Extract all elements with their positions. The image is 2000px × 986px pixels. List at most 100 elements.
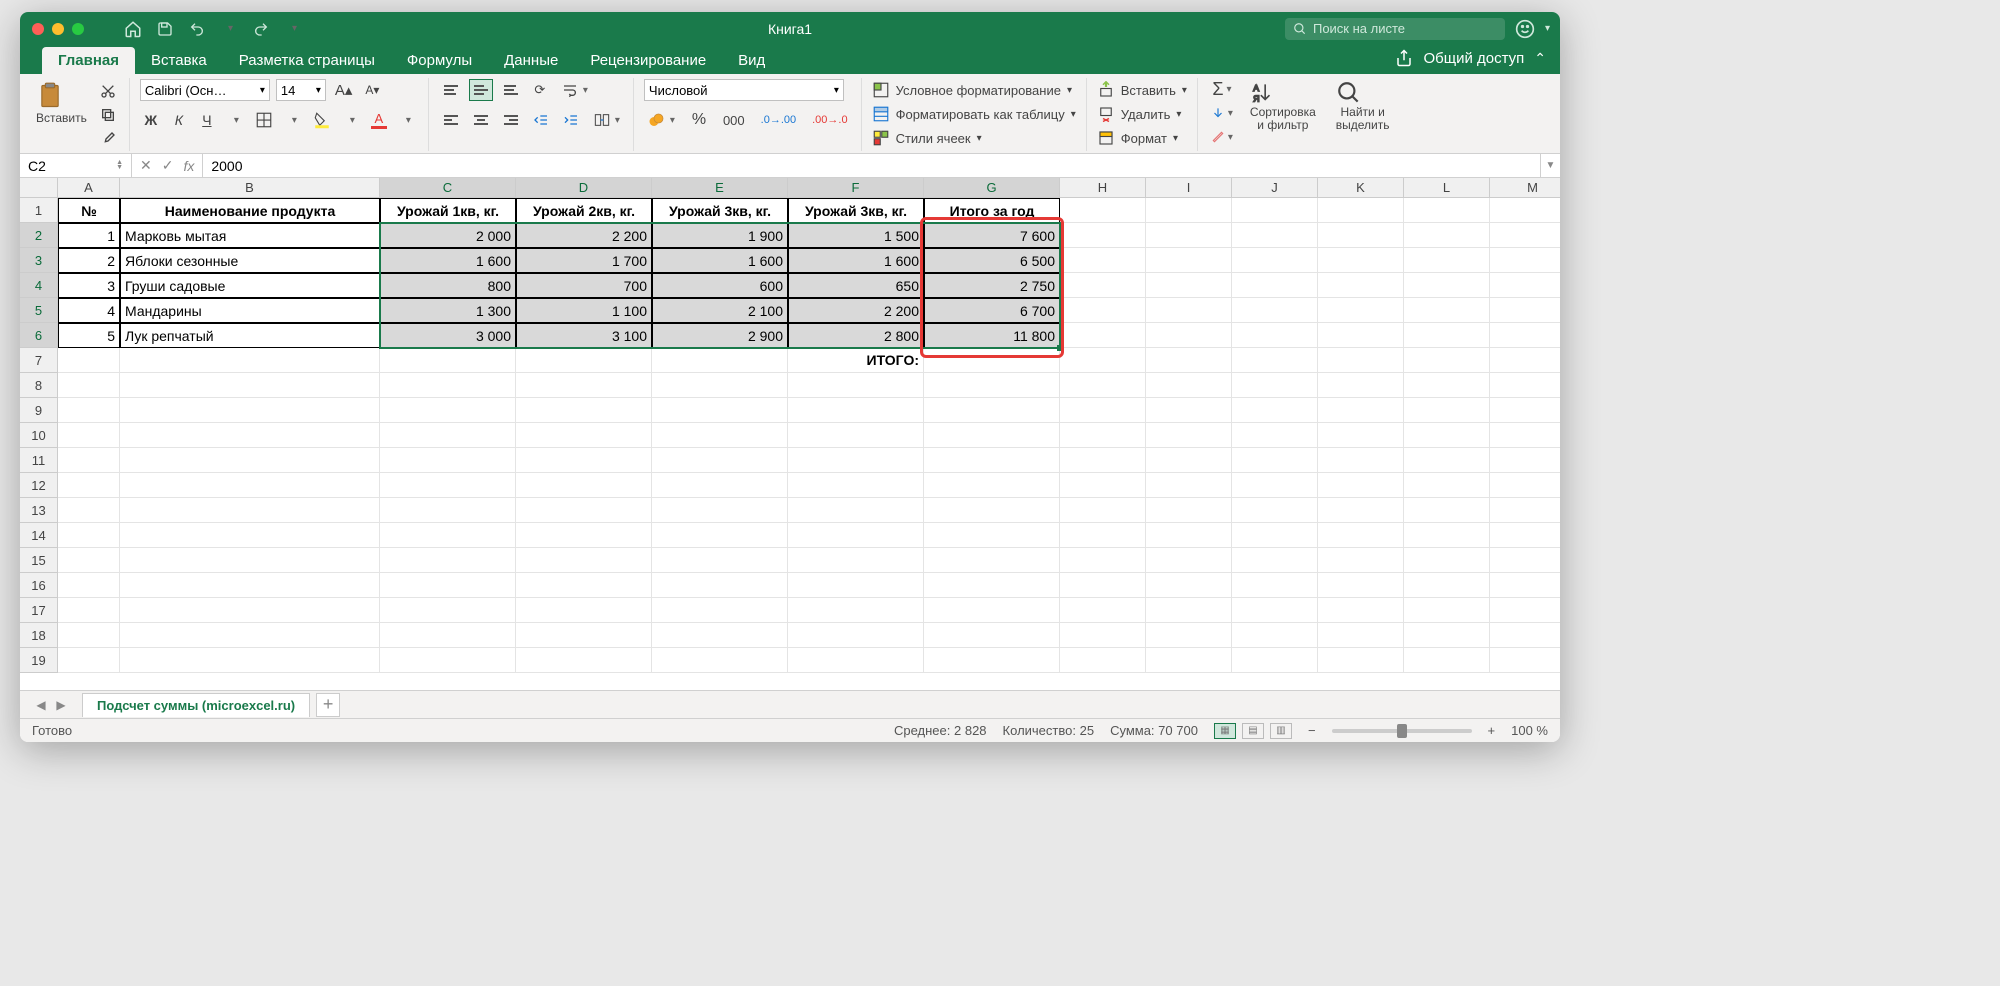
- cell-A4[interactable]: 3: [58, 273, 120, 298]
- cell-D15[interactable]: [516, 548, 652, 573]
- zoom-in-button[interactable]: +: [1488, 723, 1496, 738]
- cell-D16[interactable]: [516, 573, 652, 598]
- col-header-F[interactable]: F: [788, 178, 924, 198]
- cell-I4[interactable]: [1146, 273, 1232, 298]
- cell-A17[interactable]: [58, 598, 120, 623]
- cell-M6[interactable]: [1490, 323, 1560, 348]
- cell-M16[interactable]: [1490, 573, 1560, 598]
- home-icon[interactable]: [124, 20, 142, 38]
- cell-E10[interactable]: [652, 423, 788, 448]
- font-size-combo[interactable]: 14▾: [276, 79, 326, 101]
- share-icon[interactable]: [1395, 49, 1413, 67]
- cell-G5[interactable]: 6 700: [924, 298, 1060, 323]
- titlebar-caret-icon[interactable]: ▾: [1545, 23, 1550, 34]
- cell-F10[interactable]: [788, 423, 924, 448]
- cell-K3[interactable]: [1318, 248, 1404, 273]
- underline-button[interactable]: Ч: [196, 109, 218, 131]
- cell-F5[interactable]: 2 200: [788, 298, 924, 323]
- cell-J8[interactable]: [1232, 373, 1318, 398]
- cell-A2[interactable]: 1: [58, 223, 120, 248]
- cell-A12[interactable]: [58, 473, 120, 498]
- cell-F2[interactable]: 1 500: [788, 223, 924, 248]
- cell-B6[interactable]: Лук репчатый: [120, 323, 380, 348]
- cell-J19[interactable]: [1232, 648, 1318, 673]
- cell-K9[interactable]: [1318, 398, 1404, 423]
- increase-decimal-icon[interactable]: .0→.00: [758, 109, 799, 131]
- cell-K12[interactable]: [1318, 473, 1404, 498]
- cell-F6[interactable]: 2 800: [788, 323, 924, 348]
- merge-cells-icon[interactable]: [589, 109, 623, 131]
- window-minimize-button[interactable]: [52, 23, 64, 35]
- fill-color-dropdown[interactable]: [340, 109, 362, 131]
- cell-G17[interactable]: [924, 598, 1060, 623]
- cell-J2[interactable]: [1232, 223, 1318, 248]
- undo-icon[interactable]: [188, 20, 206, 38]
- cell-A14[interactable]: [58, 523, 120, 548]
- row-header-3[interactable]: 3: [20, 248, 58, 273]
- cell-M15[interactable]: [1490, 548, 1560, 573]
- cell-I16[interactable]: [1146, 573, 1232, 598]
- cell-A3[interactable]: 2: [58, 248, 120, 273]
- row-header-2[interactable]: 2: [20, 223, 58, 248]
- cell-E1[interactable]: Урожай 3кв, кг.: [652, 198, 788, 223]
- cell-D4[interactable]: 700: [516, 273, 652, 298]
- cell-K7[interactable]: [1318, 348, 1404, 373]
- cell-I8[interactable]: [1146, 373, 1232, 398]
- cell-B14[interactable]: [120, 523, 380, 548]
- cell-D18[interactable]: [516, 623, 652, 648]
- cell-D3[interactable]: 1 700: [516, 248, 652, 273]
- cell-G16[interactable]: [924, 573, 1060, 598]
- increase-font-icon[interactable]: A▴: [332, 79, 356, 101]
- cell-H15[interactable]: [1060, 548, 1146, 573]
- decrease-decimal-icon[interactable]: .00→.0: [809, 109, 850, 131]
- cell-B1[interactable]: Наименование продукта: [120, 198, 380, 223]
- cell-C7[interactable]: [380, 348, 516, 373]
- cell-M9[interactable]: [1490, 398, 1560, 423]
- cell-E3[interactable]: 1 600: [652, 248, 788, 273]
- col-header-M[interactable]: M: [1490, 178, 1560, 198]
- cell-K2[interactable]: [1318, 223, 1404, 248]
- copy-icon[interactable]: [97, 104, 119, 126]
- cell-C19[interactable]: [380, 648, 516, 673]
- cell-K14[interactable]: [1318, 523, 1404, 548]
- cell-C3[interactable]: 1 600: [380, 248, 516, 273]
- cell-M7[interactable]: [1490, 348, 1560, 373]
- cell-D17[interactable]: [516, 598, 652, 623]
- cell-A9[interactable]: [58, 398, 120, 423]
- cell-K11[interactable]: [1318, 448, 1404, 473]
- italic-button[interactable]: К: [168, 109, 190, 131]
- cell-I17[interactable]: [1146, 598, 1232, 623]
- cell-J1[interactable]: [1232, 198, 1318, 223]
- cell-L13[interactable]: [1404, 498, 1490, 523]
- cell-A11[interactable]: [58, 448, 120, 473]
- cell-H19[interactable]: [1060, 648, 1146, 673]
- cell-M13[interactable]: [1490, 498, 1560, 523]
- cell-C12[interactable]: [380, 473, 516, 498]
- cell-F15[interactable]: [788, 548, 924, 573]
- cell-D1[interactable]: Урожай 2кв, кг.: [516, 198, 652, 223]
- cell-L15[interactable]: [1404, 548, 1490, 573]
- row-header-12[interactable]: 12: [20, 473, 58, 498]
- cell-I19[interactable]: [1146, 648, 1232, 673]
- col-header-I[interactable]: I: [1146, 178, 1232, 198]
- cell-H3[interactable]: [1060, 248, 1146, 273]
- cell-F18[interactable]: [788, 623, 924, 648]
- cell-D5[interactable]: 1 100: [516, 298, 652, 323]
- cell-J14[interactable]: [1232, 523, 1318, 548]
- window-close-button[interactable]: [32, 23, 44, 35]
- cell-H10[interactable]: [1060, 423, 1146, 448]
- cell-L17[interactable]: [1404, 598, 1490, 623]
- increase-indent-icon[interactable]: [559, 109, 583, 131]
- paste-button[interactable]: Вставить: [30, 78, 93, 138]
- cell-E5[interactable]: 2 100: [652, 298, 788, 323]
- borders-dropdown[interactable]: [282, 109, 304, 131]
- font-name-combo[interactable]: Calibri (Осн…▾: [140, 79, 270, 101]
- tab-data[interactable]: Данные: [488, 47, 574, 74]
- cell-L12[interactable]: [1404, 473, 1490, 498]
- cell-K10[interactable]: [1318, 423, 1404, 448]
- cell-J16[interactable]: [1232, 573, 1318, 598]
- row-header-10[interactable]: 10: [20, 423, 58, 448]
- cell-J11[interactable]: [1232, 448, 1318, 473]
- row-header-18[interactable]: 18: [20, 623, 58, 648]
- col-header-E[interactable]: E: [652, 178, 788, 198]
